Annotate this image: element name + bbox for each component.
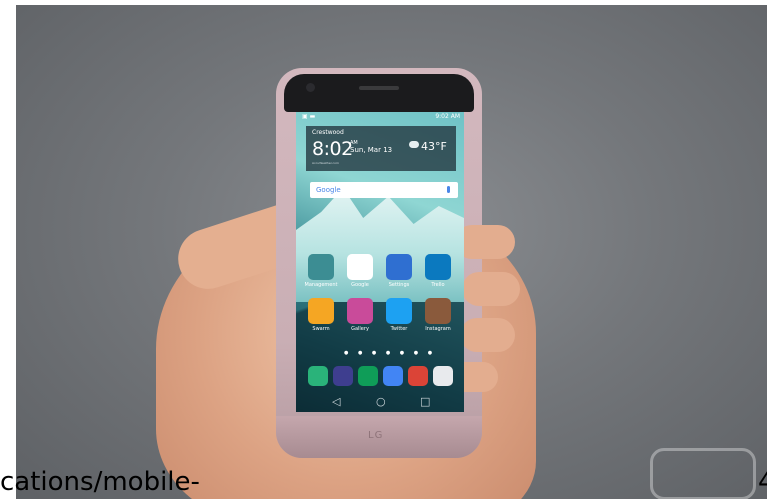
- google-logo: Google: [316, 186, 341, 194]
- cloud-icon: [409, 141, 419, 148]
- recents-icon[interactable]: □: [420, 395, 430, 408]
- status-bar: ▣ ▬ 9:02 AM: [296, 112, 464, 122]
- phone-chin: LG: [276, 416, 482, 458]
- page-indicator: ● ● ● ● ● ● ●: [344, 350, 437, 356]
- app-label: Trello: [431, 282, 445, 288]
- navigation-bar: ◁ ○ □: [296, 395, 464, 412]
- app-icon[interactable]: [347, 254, 373, 280]
- app-label: Google: [351, 282, 369, 288]
- phone-bezel-top: [284, 74, 474, 112]
- app-icon[interactable]: [425, 298, 451, 324]
- status-time: 9:02 AM: [435, 113, 460, 120]
- chrome-beta-app-icon[interactable]: [408, 366, 428, 386]
- apps-folder-icon[interactable]: [433, 366, 453, 386]
- finger: [455, 225, 515, 259]
- phone-app-icon[interactable]: [308, 366, 328, 386]
- widget-source: AccuWeather.com: [312, 161, 339, 165]
- app-label: Gallery: [351, 326, 369, 332]
- caption-text-right: 4: [758, 467, 767, 497]
- app-label: Management: [304, 282, 338, 288]
- app-icon[interactable]: [386, 254, 412, 280]
- app-icon[interactable]: [308, 254, 334, 280]
- inbox-app-icon[interactable]: [383, 366, 403, 386]
- app-icon[interactable]: [347, 298, 373, 324]
- widget-temperature: 43°F: [421, 140, 447, 153]
- widget-time: 8:02: [312, 138, 353, 160]
- app-icon[interactable]: [386, 298, 412, 324]
- app-icon[interactable]: [425, 254, 451, 280]
- home-icon[interactable]: ○: [376, 395, 386, 408]
- app-label: Twitter: [390, 326, 408, 332]
- microphone-icon[interactable]: [447, 186, 450, 193]
- watermark-logo: [650, 448, 756, 500]
- finger: [460, 318, 515, 352]
- front-camera-icon: [306, 83, 315, 92]
- app-label: Settings: [388, 282, 410, 288]
- app-icon[interactable]: [308, 298, 334, 324]
- notification-icons: ▣ ▬: [302, 113, 316, 120]
- phone-logo: LG: [368, 430, 384, 441]
- earpiece-speaker: [359, 86, 399, 90]
- camera-app-icon[interactable]: [333, 366, 353, 386]
- google-search-bar[interactable]: Google: [310, 182, 458, 198]
- app-label: Instagram: [425, 326, 451, 332]
- finger: [462, 272, 520, 306]
- hangouts-app-icon[interactable]: [358, 366, 378, 386]
- caption-text-left: cations/mobile-: [0, 467, 200, 497]
- phone-screen: ▣ ▬ 9:02 AM Crestwood 8:02 AM Sun, Mar 1…: [296, 112, 464, 412]
- app-label: Swarm: [312, 326, 330, 332]
- clock-weather-widget[interactable]: Crestwood 8:02 AM Sun, Mar 13 43°F AccuW…: [306, 126, 456, 171]
- widget-date: Sun, Mar 13: [350, 146, 393, 154]
- widget-location: Crestwood: [312, 129, 344, 136]
- app-dock: [304, 364, 464, 390]
- back-icon[interactable]: ◁: [332, 395, 340, 408]
